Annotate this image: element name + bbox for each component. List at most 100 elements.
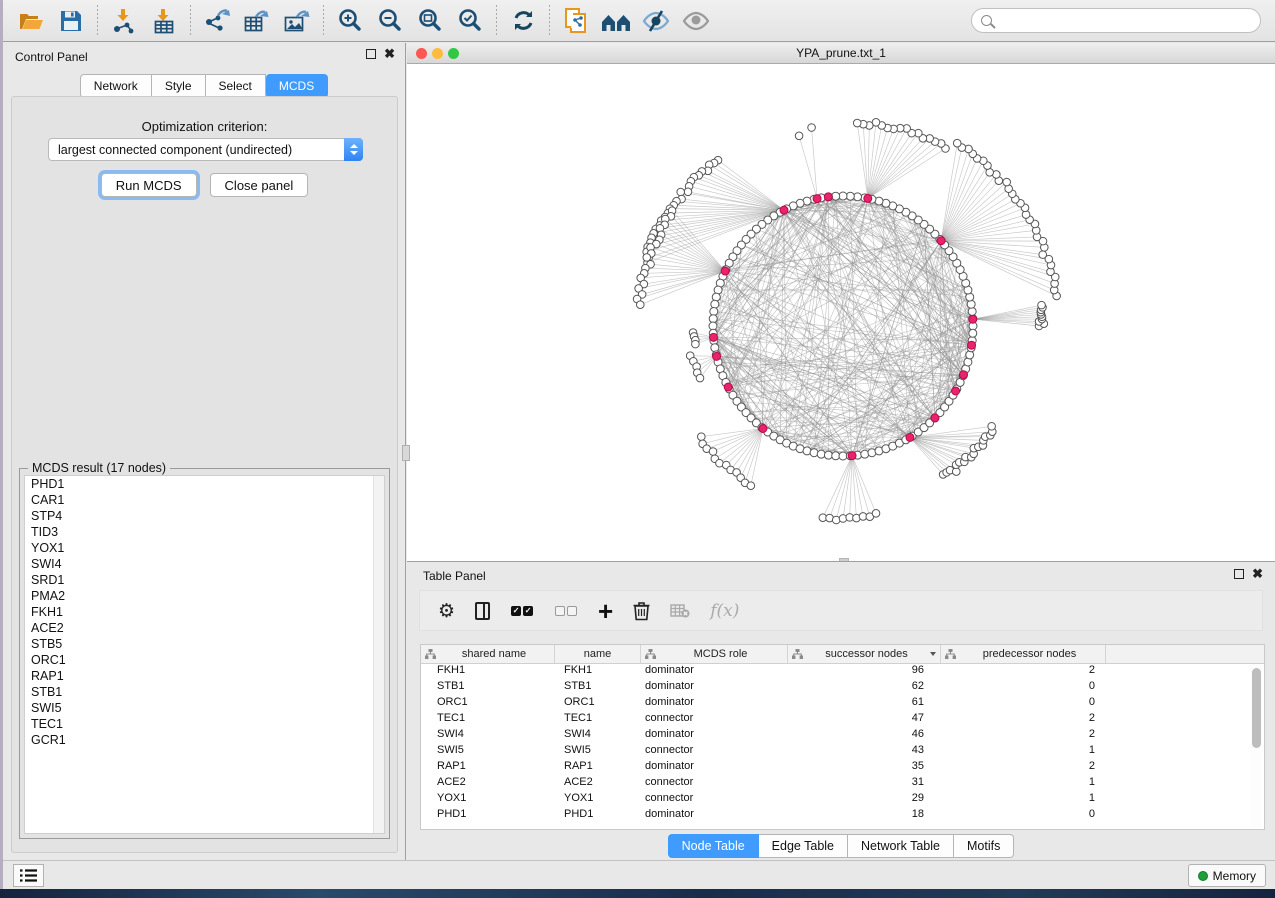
network-canvas[interactable]	[407, 64, 1275, 561]
zoom-fit-icon[interactable]	[410, 4, 450, 38]
network-leaf-node[interactable]	[677, 188, 685, 196]
show-graphics-details-icon[interactable]	[676, 4, 716, 38]
network-leaf-node[interactable]	[953, 139, 961, 147]
table-row[interactable]: FKH1FKH1dominator962	[421, 664, 1264, 680]
mcds-result-item[interactable]: PHD1	[25, 476, 384, 492]
network-leaf-node[interactable]	[696, 374, 704, 382]
table-row[interactable]: SWI4SWI4dominator462	[421, 728, 1264, 744]
network-node[interactable]	[969, 329, 977, 337]
float-table-panel-icon[interactable]	[1234, 569, 1244, 579]
mcds-result-item[interactable]: TID3	[25, 524, 384, 540]
column-header-shared-name[interactable]: shared name	[421, 645, 555, 663]
network-hub-node[interactable]	[713, 352, 721, 360]
network-node[interactable]	[711, 344, 719, 352]
tab-motifs[interactable]: Motifs	[954, 834, 1014, 858]
clone-network-icon[interactable]	[556, 4, 596, 38]
network-node[interactable]	[712, 293, 720, 301]
mcds-result-item[interactable]: CAR1	[25, 492, 384, 508]
mcds-result-item[interactable]: SWI5	[25, 700, 384, 716]
table-scrollbar[interactable]	[1251, 665, 1262, 828]
close-table-panel-icon[interactable]: ✖	[1252, 569, 1263, 579]
mcds-result-item[interactable]: YOX1	[25, 540, 384, 556]
table-row[interactable]: STB1STB1dominator620	[421, 680, 1264, 696]
network-node[interactable]	[968, 307, 976, 315]
network-leaf-node[interactable]	[684, 188, 692, 196]
hide-graphics-details-icon[interactable]	[636, 4, 676, 38]
mcds-result-item[interactable]: STB1	[25, 684, 384, 700]
first-neighbors-icon[interactable]	[596, 4, 636, 38]
network-leaf-node[interactable]	[747, 482, 755, 490]
table-scrollbar-thumb[interactable]	[1252, 668, 1261, 748]
tab-edge-table[interactable]: Edge Table	[759, 834, 848, 858]
criterion-dropdown[interactable]: largest connected component (undirected)	[48, 138, 363, 161]
network-node[interactable]	[861, 450, 869, 458]
zoom-out-icon[interactable]	[370, 4, 410, 38]
network-hub-node[interactable]	[952, 387, 960, 395]
network-hub-node[interactable]	[969, 315, 977, 323]
open-file-icon[interactable]	[11, 4, 51, 38]
memory-button[interactable]: Memory	[1188, 864, 1266, 887]
tab-style[interactable]: Style	[152, 74, 206, 98]
network-leaf-node[interactable]	[692, 340, 700, 348]
column-header-name[interactable]: name	[555, 645, 641, 663]
table-row[interactable]: ACE2ACE2connector311	[421, 776, 1264, 792]
tab-mcds[interactable]: MCDS	[266, 74, 328, 98]
settings-gear-icon[interactable]: ⚙	[438, 599, 455, 623]
zoom-selected-icon[interactable]	[450, 4, 490, 38]
network-leaf-node[interactable]	[643, 254, 651, 262]
network-node[interactable]	[966, 351, 974, 359]
tab-select[interactable]: Select	[206, 74, 266, 98]
table-row[interactable]: SWI5SWI5connector431	[421, 744, 1264, 760]
network-hub-node[interactable]	[780, 206, 788, 214]
select-all-rows-icon[interactable]: ✓✓	[510, 599, 534, 623]
network-leaf-node[interactable]	[808, 124, 816, 132]
close-panel-icon[interactable]: ✖	[384, 49, 395, 59]
vertical-splitter-grip[interactable]	[402, 445, 410, 461]
add-column-icon[interactable]: +	[598, 599, 613, 623]
network-window-titlebar[interactable]: YPA_prune.txt_1	[407, 43, 1275, 64]
network-hub-node[interactable]	[906, 433, 914, 441]
column-header-MCDS-role[interactable]: MCDS role	[641, 645, 788, 663]
table-row[interactable]: PHD1PHD1dominator180	[421, 808, 1264, 824]
network-node[interactable]	[824, 451, 832, 459]
tab-network[interactable]: Network	[80, 74, 152, 98]
mcds-result-item[interactable]: RAP1	[25, 668, 384, 684]
network-leaf-node[interactable]	[853, 119, 861, 127]
save-session-icon[interactable]	[51, 4, 91, 38]
network-hub-node[interactable]	[709, 333, 717, 341]
mcds-result-item[interactable]: SWI4	[25, 556, 384, 572]
mcds-result-item[interactable]: GCR1	[25, 732, 384, 748]
mcds-result-item[interactable]: SRD1	[25, 572, 384, 588]
delete-column-icon[interactable]	[633, 599, 650, 623]
import-network-icon[interactable]	[104, 4, 144, 38]
sort-menu-icon[interactable]	[930, 652, 936, 656]
mcds-result-item[interactable]: STP4	[25, 508, 384, 524]
table-row[interactable]: ORC1ORC1dominator610	[421, 696, 1264, 712]
column-header-successor-nodes[interactable]: successor nodes	[788, 645, 941, 663]
close-panel-button[interactable]: Close panel	[210, 173, 309, 197]
table-row[interactable]: YOX1YOX1connector291	[421, 792, 1264, 808]
zoom-in-icon[interactable]	[330, 4, 370, 38]
table-row[interactable]: RAP1RAP1dominator352	[421, 760, 1264, 776]
network-hub-node[interactable]	[721, 267, 729, 275]
network-leaf-node[interactable]	[1003, 178, 1011, 186]
mcds-result-item[interactable]: PMA2	[25, 588, 384, 604]
network-leaf-node[interactable]	[709, 448, 717, 456]
mcds-result-item[interactable]: ACE2	[25, 620, 384, 636]
network-leaf-node[interactable]	[698, 433, 706, 441]
network-node[interactable]	[710, 307, 718, 315]
network-hub-node[interactable]	[824, 193, 832, 201]
network-leaf-node[interactable]	[1038, 301, 1046, 309]
network-hub-node[interactable]	[759, 424, 767, 432]
mcds-result-item[interactable]: FKH1	[25, 604, 384, 620]
show-columns-icon[interactable]	[475, 599, 490, 623]
network-node[interactable]	[711, 300, 719, 308]
refresh-layout-icon[interactable]	[503, 4, 543, 38]
mcds-result-item[interactable]: STB5	[25, 636, 384, 652]
export-network-icon[interactable]	[197, 4, 237, 38]
network-leaf-node[interactable]	[1039, 251, 1047, 259]
task-history-button[interactable]	[13, 864, 44, 887]
network-node[interactable]	[810, 449, 818, 457]
column-header-predecessor-nodes[interactable]: predecessor nodes	[941, 645, 1106, 663]
network-hub-node[interactable]	[724, 383, 732, 391]
